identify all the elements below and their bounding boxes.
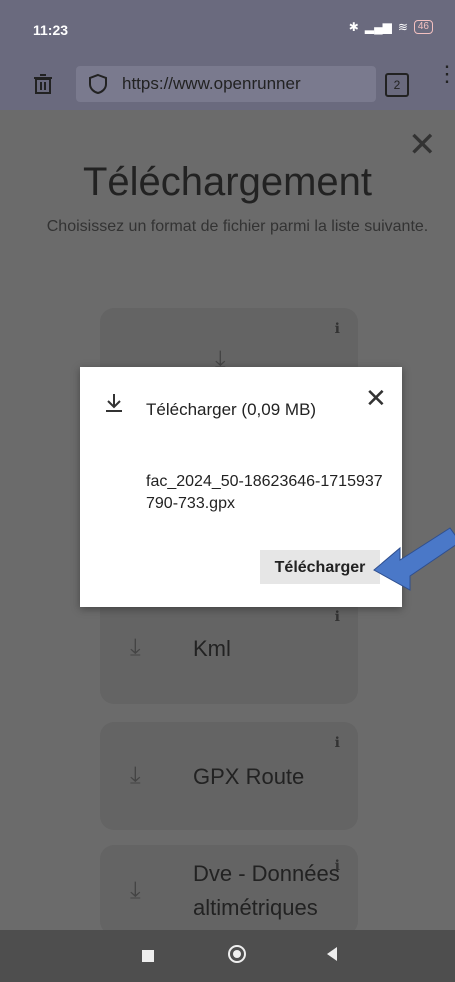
format-label: Kml (193, 636, 231, 661)
battery-icon: 46 (413, 20, 433, 34)
annotation-arrow-icon (373, 527, 455, 591)
back-icon[interactable] (323, 944, 343, 964)
url-bar[interactable]: https://www.openrunner (76, 66, 376, 102)
download-dialog: Télécharger (0,09 MB) ✕ fac_2024_50-1862… (80, 367, 402, 607)
browser-toolbar: https://www.openrunner 2 ⋮ (0, 58, 455, 110)
download-icon: ⤓ (130, 634, 141, 661)
home-icon[interactable] (227, 944, 247, 964)
tab-count-button[interactable]: 2 (385, 73, 409, 97)
url-text[interactable]: https://www.openrunner (122, 74, 372, 94)
format-card-dve[interactable]: ⤓ Dve - Données altimétriques ℹ (100, 845, 358, 935)
wifi-icon: ≋ (397, 20, 408, 34)
info-icon[interactable]: ℹ (335, 734, 340, 751)
download-icon: ⤓ (130, 762, 141, 789)
signal-icon: ▂▄▆ (364, 20, 392, 34)
close-icon[interactable]: ✕ (408, 128, 437, 162)
page-title: Téléchargement (82, 160, 373, 204)
menu-icon[interactable]: ⋮ (436, 63, 455, 85)
info-icon[interactable]: ℹ (335, 320, 340, 337)
status-icons: ✱ ▂▄▆ ≋ 46 (349, 20, 433, 34)
download-icon: ⤓ (130, 877, 141, 904)
recents-icon[interactable] (142, 950, 154, 962)
format-card-kml[interactable]: ⤓ Kml ℹ (100, 596, 358, 704)
file-name: fac_2024_50-18623646-1715937790-733.gpx (146, 473, 383, 512)
format-label: GPX Route (193, 764, 305, 789)
page-subtitle: Choisissez un format de fichier parmi la… (46, 218, 429, 235)
dialog-title: Télécharger (0,09 MB) (146, 400, 317, 419)
trash-icon[interactable] (32, 73, 54, 95)
status-time: 11:23 (33, 22, 69, 38)
info-icon[interactable]: ℹ (335, 857, 340, 874)
download-button[interactable]: Télécharger (260, 550, 380, 584)
shield-icon[interactable] (88, 73, 108, 95)
format-label: Dve - Données altimétriques (193, 861, 340, 920)
close-icon[interactable]: ✕ (365, 385, 387, 411)
download-icon (106, 394, 122, 412)
status-bar: 11:23 ✱ ▂▄▆ ≋ 46 (0, 0, 455, 58)
info-icon[interactable]: ℹ (335, 608, 340, 625)
format-card-gpx-route[interactable]: ⤓ GPX Route ℹ (100, 722, 358, 830)
bluetooth-icon: ✱ (348, 20, 359, 34)
navigation-bar (0, 930, 455, 982)
